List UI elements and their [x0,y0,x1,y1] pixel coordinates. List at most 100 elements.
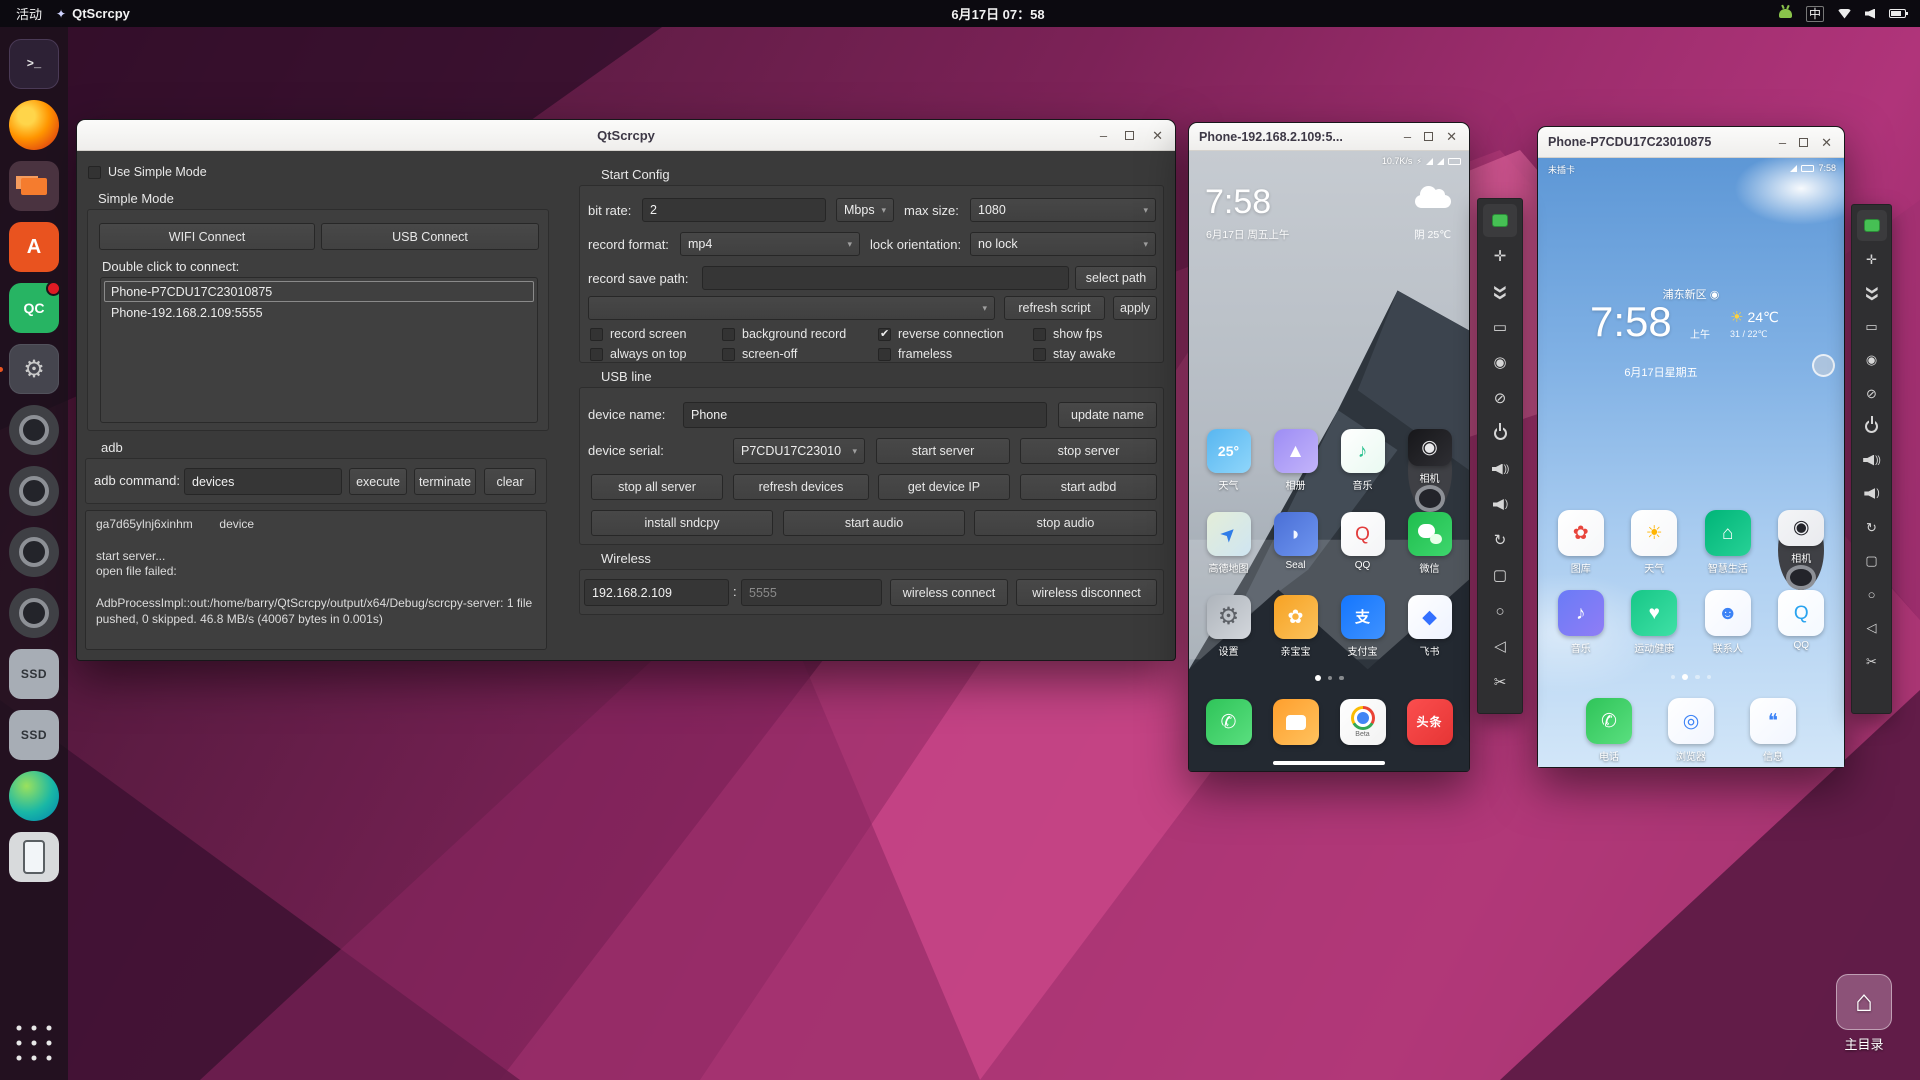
phone2-toolbar-icon-volume-up[interactable]: )) [1857,445,1887,476]
phone1-app-音乐[interactable]: ♪ 音乐 [1340,429,1385,512]
phone1-app-亲宝宝[interactable]: ✿ 亲宝宝 [1273,595,1318,678]
phone1-toolbar-icon-volume-down[interactable]: ) [1483,488,1517,521]
lock-orientation-select[interactable]: no lock ▾ [970,232,1156,256]
clock-menu[interactable]: 6月17日 07：58 [951,4,1044,23]
phone1-app-支付宝[interactable]: 支 支付宝 [1340,595,1385,678]
dock-item-camera-1[interactable] [9,405,59,455]
bit-rate-unit-select[interactable]: Mbps ▾ [836,198,894,222]
phone2-screen[interactable]: 未插卡 7:58 浦东新区 ◉ 7:58 上午 ☀ 24℃ 31 / 22℃ 6… [1538,158,1844,767]
dock-item-ssd-2[interactable]: SSD [9,710,59,760]
phone1-toolbar-icon-touch-display[interactable]: ▭ [1483,311,1517,344]
script-select[interactable]: ▾ [588,296,995,320]
phone2-app-联系人[interactable]: ☻ 联系人 [1704,590,1751,670]
phone2-close-button[interactable]: ✕ [1821,136,1832,149]
bit-rate-input[interactable]: 2 [642,198,826,222]
start-server-button[interactable]: start server [876,438,1010,464]
phone1-toolbar-icon-fullscreen[interactable]: ✛ [1483,240,1517,273]
config-checkbox-screen-off[interactable]: screen-off [722,347,797,361]
phone1-screen[interactable]: 10.7K/s ⚡ 7:58 6月17日 周五上午 阴 25℃ 25° 天气 ▲… [1189,151,1469,771]
wireless-disconnect-button[interactable]: wireless disconnect [1016,579,1157,606]
phone1-toolbar-icon-home[interactable]: ○ [1483,595,1517,628]
phone1-app-微信[interactable]: 微信 [1407,512,1452,595]
config-checkbox-background record[interactable]: background record [722,327,846,341]
phone1-close-button[interactable]: ✕ [1446,130,1457,143]
phone1-toolbar-icon-volume-up[interactable]: )) [1483,453,1517,486]
home-folder-desktop-icon[interactable]: ⌂ 主目录 [1824,974,1904,1053]
record-save-path-input[interactable] [702,266,1069,290]
phone2-dock-app-浏览器[interactable]: ◎ 浏览器 [1668,698,1714,763]
phone2-toolbar-icon-app-switch[interactable]: ▢ [1857,545,1887,576]
phone1-toolbar-icon-screen-on[interactable]: ◉ [1483,346,1517,379]
wireless-connect-button[interactable]: wireless connect [890,579,1008,606]
phone1-app-天气[interactable]: 25° 天气 [1206,429,1251,512]
phone2-app-图库[interactable]: ✿ 图库 [1557,510,1604,590]
phone1-toolbar-icon-screen-off[interactable]: ⊘ [1483,382,1517,415]
phone2-app-天气[interactable]: ☀ 天气 [1631,510,1678,590]
wireless-port-input[interactable]: 5555 [741,579,882,606]
adb-output-box[interactable]: ga7d65ylnj6xinhm device start server... … [85,510,547,650]
wifi-connect-button[interactable]: WIFI Connect [99,223,315,250]
phone2-toolbar-icon-home[interactable]: ○ [1857,579,1887,610]
refresh-devices-button[interactable]: refresh devices [733,474,869,500]
dock-item-ssd-1[interactable]: SSD [9,649,59,699]
use-simple-mode-checkbox[interactable]: Use Simple Mode [88,165,207,179]
phone2-app-智慧生活[interactable]: ⌂ 智慧生活 [1704,510,1751,590]
wireless-ip-input[interactable]: 192.168.2.109 [584,579,729,606]
phone2-toolbar-icon-collapse[interactable]: ❯❯ [1857,277,1887,308]
assistant-ball[interactable] [1812,354,1835,377]
phone2-app-QQ[interactable]: Q QQ [1778,590,1825,670]
config-checkbox-show fps[interactable]: show fps [1033,327,1102,341]
phone1-toolbar-icon-scissors[interactable]: ✂ [1483,666,1517,699]
phone2-app-运动健康[interactable]: ♥ 运动健康 [1631,590,1678,670]
dock-item-camera-2[interactable] [9,466,59,516]
phone2-toolbar-icon-touch-display[interactable]: ▭ [1857,311,1887,342]
phone1-toolbar-icon-back[interactable]: ◁ [1483,630,1517,663]
phone1-app-高德地图[interactable]: ➤ 高德地图 [1206,512,1251,595]
stop-all-server-button[interactable]: stop all server [591,474,723,500]
stop-audio-button[interactable]: stop audio [974,510,1157,536]
phone2-toolbar-icon-rotate[interactable]: ↻ [1857,512,1887,543]
dock-item-terminal[interactable]: >_ [9,39,59,89]
qtscrcpy-titlebar[interactable]: QtScrcpy – ✕ [77,120,1175,151]
config-checkbox-reverse connection[interactable]: reverse connection [878,327,1004,341]
phone1-app-设置[interactable]: ⚙ 设置 [1206,595,1251,678]
phone2-app-相机[interactable]: ◉ 相机 [1778,510,1825,590]
phone2-toolbar-icon-fullscreen[interactable]: ✛ [1857,244,1887,275]
device-serial-select[interactable]: P7CDU17C23010 ▾ [733,438,865,464]
dock-item-files[interactable] [9,161,59,211]
dock-item-settings[interactable]: ⚙ [0,344,59,394]
install-sndcpy-button[interactable]: install sndcpy [591,510,773,536]
dock-item-qc[interactable]: QC [9,281,61,333]
dock-item-software[interactable]: A [9,222,59,272]
dock-item-smartphone[interactable] [9,832,59,882]
phone2-toolbar-icon-state-indicator[interactable] [1856,210,1887,241]
config-checkbox-record screen[interactable]: record screen [590,327,686,341]
phone1-toolbar-icon-state-indicator[interactable] [1483,204,1517,237]
phone2-toolbar-icon-power[interactable] [1857,411,1887,442]
activities-button[interactable]: 活动 [16,4,42,23]
stop-server-button[interactable]: stop server [1020,438,1157,464]
device-name-input[interactable]: Phone [683,402,1047,428]
phone1-app-Seal[interactable]: ◗ Seal [1273,512,1318,595]
focused-app-menu[interactable]: ✦ QtScrcpy [56,6,130,21]
phone2-toolbar-icon-screen-on[interactable]: ◉ [1857,344,1887,375]
phone1-toolbar-icon-power[interactable] [1483,417,1517,450]
phone2-dock-app-电话[interactable]: ✆ 电话 [1586,698,1632,763]
select-path-button[interactable]: select path [1075,266,1157,290]
phone1-toolbar-icon-collapse[interactable]: ❯❯ [1483,275,1517,308]
device-item-Phone-192.168.2.109:5555[interactable]: Phone-192.168.2.109:5555 [104,302,534,323]
terminate-button[interactable]: terminate [414,468,476,495]
apply-button[interactable]: apply [1113,296,1157,320]
dock-item-globe[interactable] [9,771,59,821]
clear-button[interactable]: clear [484,468,536,495]
input-method-indicator[interactable]: 中 [1805,5,1824,22]
phone1-app-QQ[interactable]: Q QQ [1340,512,1385,595]
record-format-select[interactable]: mp4 ▾ [680,232,860,256]
minimize-button[interactable]: – [1100,129,1107,142]
phone1-titlebar[interactable]: Phone-192.168.2.109:5... – ✕ [1189,123,1469,151]
refresh-script-button[interactable]: refresh script [1004,296,1105,320]
start-adbd-button[interactable]: start adbd [1020,474,1157,500]
phone1-app-相机[interactable]: ◉ 相机 [1407,429,1452,512]
phone2-toolbar-icon-back[interactable]: ◁ [1857,612,1887,643]
dock-item-camera-4[interactable] [9,588,59,638]
